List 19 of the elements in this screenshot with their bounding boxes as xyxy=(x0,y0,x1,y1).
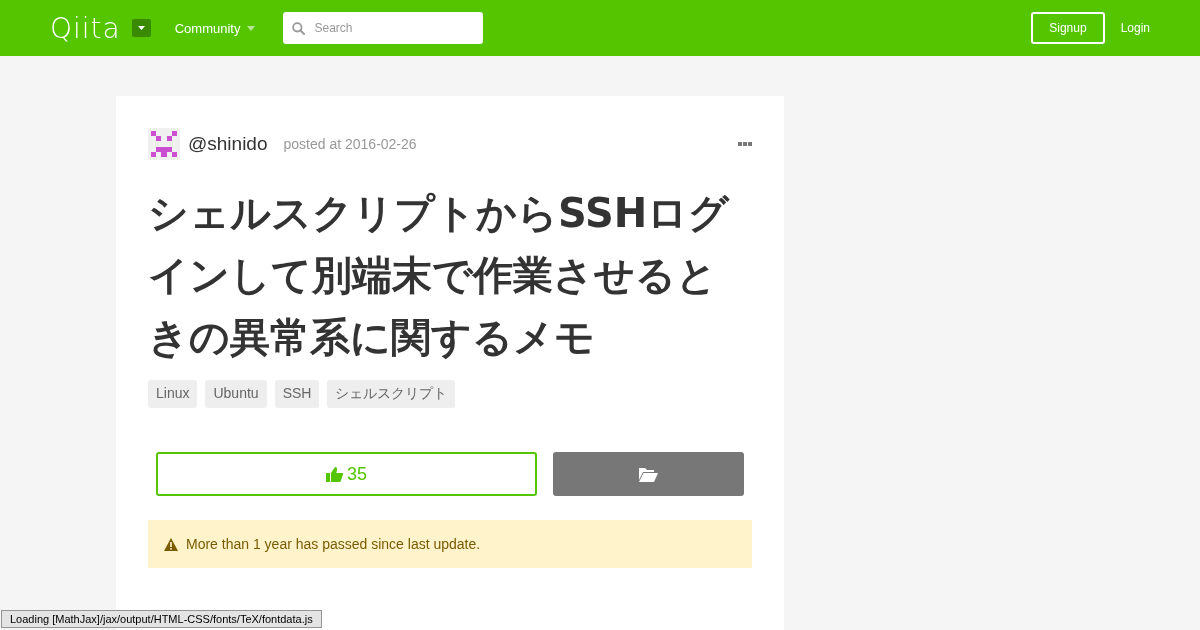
tag[interactable]: SSH xyxy=(274,380,320,408)
stock-button[interactable] xyxy=(553,452,744,496)
dropdown-icon[interactable] xyxy=(131,19,151,37)
search-field[interactable]: Search xyxy=(283,12,484,44)
article-title: シェルスクリプトからSSHログインして別端末で作業させるときの異常系に関するメモ xyxy=(148,189,731,362)
avatar-icon[interactable] xyxy=(148,128,180,160)
tag[interactable]: Ubuntu xyxy=(205,380,267,408)
tag[interactable]: Linux xyxy=(148,380,198,408)
author-link[interactable]: @shinido xyxy=(188,133,268,155)
caret-icon xyxy=(247,25,256,31)
more-menu-button[interactable] xyxy=(738,142,752,146)
tag[interactable]: シェルスクリプト xyxy=(327,380,456,408)
post-date: posted at 2016-02-26 xyxy=(283,136,417,152)
thumbs-up-icon xyxy=(326,466,343,482)
alert-text: More than 1 year has passed since last update. xyxy=(186,536,481,552)
like-count: 35 xyxy=(347,463,367,485)
warning-icon xyxy=(164,537,178,551)
folder-icon xyxy=(639,466,658,482)
status-bar: Loading [MathJax]/jax/output/HTML-CSS/fonts/TeX/fontdata.js xyxy=(1,610,322,628)
